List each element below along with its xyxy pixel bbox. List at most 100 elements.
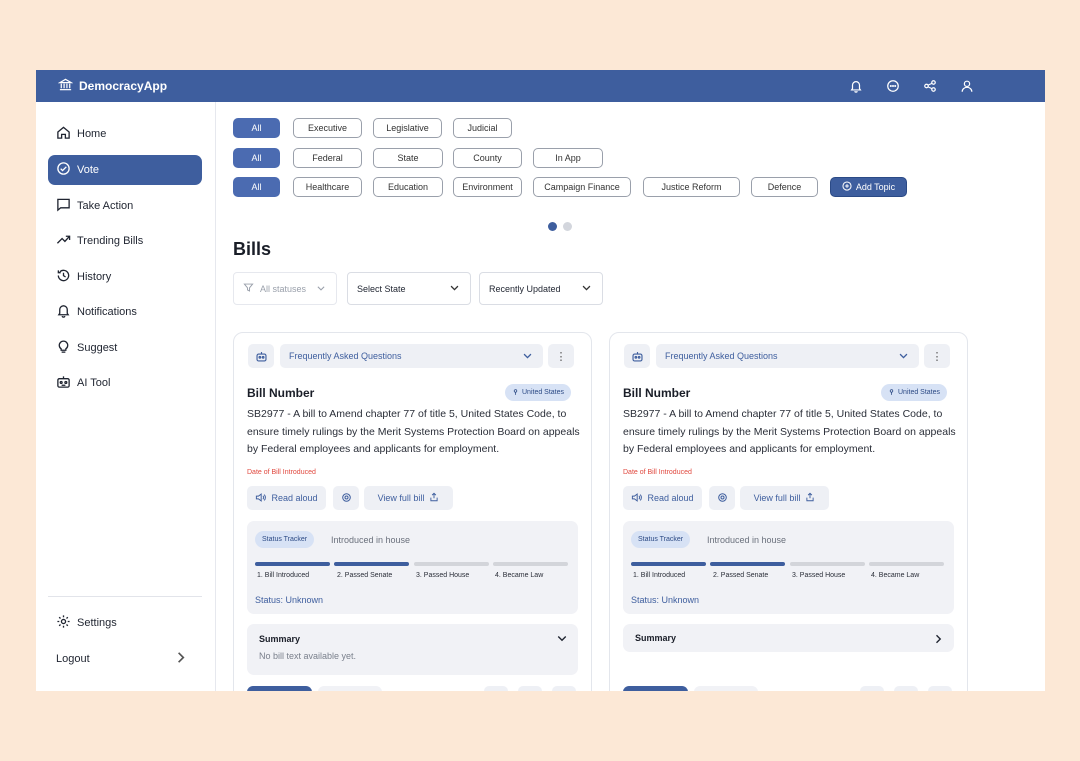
chevron-down-icon[interactable] (556, 631, 568, 649)
sidebar-item-suggest[interactable]: Suggest (48, 333, 202, 363)
faq-dropdown[interactable]: Frequently Asked Questions (280, 344, 543, 368)
sidebar-item-ai-tool[interactable]: AI Tool (48, 368, 202, 398)
action-icon-button[interactable] (484, 686, 508, 691)
bill-number-title: Bill Number (623, 386, 691, 400)
main-content: All Executive Legislative Judicial All F… (216, 102, 1045, 691)
sidebar-item-trending-bills[interactable]: Trending Bills (48, 226, 202, 256)
filter-topic-education[interactable]: Education (373, 177, 443, 197)
share-icon[interactable] (921, 78, 938, 95)
plus-circle-icon (842, 181, 852, 193)
sidebar-item-label: Trending Bills (77, 235, 144, 247)
summary-panel[interactable]: Summary (623, 624, 954, 652)
filter-level-all[interactable]: All (233, 148, 280, 168)
read-aloud-button[interactable]: Read aloud (623, 486, 702, 510)
history-icon (56, 268, 71, 286)
robot-icon (56, 374, 71, 392)
share-out-icon (805, 492, 815, 504)
app-name: DemocracyApp (79, 79, 168, 93)
secondary-action-button[interactable] (694, 686, 758, 691)
sidebar-item-label: Settings (77, 617, 117, 629)
filter-branch-all[interactable]: All (233, 118, 280, 138)
sidebar-item-logout[interactable]: Logout (48, 644, 202, 674)
filter-topic-campaign-finance[interactable]: Campaign Finance (533, 177, 631, 197)
more-vertical-icon[interactable]: ⋮ (924, 344, 950, 368)
sidebar-item-label: Take Action (77, 200, 134, 212)
settings-button[interactable] (333, 486, 359, 510)
filter-level-state[interactable]: State (373, 148, 443, 168)
user-icon[interactable] (958, 78, 975, 95)
progress-segment (414, 562, 489, 566)
sidebar-item-notifications[interactable]: Notifications (48, 297, 202, 327)
bill-description: SB2977 - A bill to Amend chapter 77 of t… (247, 408, 580, 455)
summary-title: Summary (259, 634, 301, 644)
progress-segment (790, 562, 865, 566)
sidebar-item-history[interactable]: History (48, 262, 202, 292)
gear-icon (717, 492, 728, 505)
filter-topic-environment[interactable]: Environment (453, 177, 522, 197)
summary-panel[interactable]: Summary No bill text available yet. (247, 624, 578, 675)
filter-topic-justice-reform[interactable]: Justice Reform (643, 177, 740, 197)
bill-description: SB2977 - A bill to Amend chapter 77 of t… (623, 408, 956, 455)
top-bar: DemocracyApp (36, 70, 1045, 102)
settings-button[interactable] (709, 486, 735, 510)
filter-branch-legislative[interactable]: Legislative (373, 118, 442, 138)
more-vertical-icon[interactable]: ⋮ (548, 344, 574, 368)
brand[interactable]: DemocracyApp (57, 77, 168, 95)
jurisdiction-label: United States (522, 389, 565, 396)
bell-icon[interactable] (847, 78, 864, 95)
primary-action-button[interactable] (623, 686, 688, 691)
view-full-bill-button[interactable]: View full bill (364, 486, 453, 510)
action-icon-button[interactable] (894, 686, 918, 691)
current-stage: Introduced in house (707, 535, 787, 545)
bill-date-label: Date of Bill Introduced (247, 469, 316, 476)
action-icon-button[interactable] (928, 686, 952, 691)
progress-segment (493, 562, 568, 566)
action-icon-button[interactable] (518, 686, 542, 691)
progress-segment (631, 562, 706, 566)
read-aloud-button[interactable]: Read aloud (247, 486, 326, 510)
action-icon-button[interactable] (860, 686, 884, 691)
action-icon-button[interactable] (552, 686, 576, 691)
step-label: 2. Passed Senate (713, 572, 769, 579)
filter-branch-judicial[interactable]: Judicial (453, 118, 512, 138)
sidebar-item-label: History (77, 271, 112, 283)
step-label: 4. Became Law (495, 572, 544, 579)
state-filter[interactable]: Select State (347, 272, 471, 305)
sort-filter[interactable]: Recently Updated (479, 272, 603, 305)
add-topic-button[interactable]: Add Topic (830, 177, 907, 197)
filter-topic-defence[interactable]: Defence (751, 177, 818, 197)
jurisdiction-badge: United States (505, 384, 572, 401)
bill-date-label: Date of Bill Introduced (623, 469, 692, 476)
filter-level-in-app[interactable]: In App (533, 148, 603, 168)
carousel-dot-active[interactable] (548, 222, 557, 231)
primary-action-button[interactable] (247, 686, 312, 691)
sidebar-item-take-action[interactable]: Take Action (48, 191, 202, 221)
status-filter[interactable]: All statuses (233, 272, 337, 305)
read-aloud-label: Read aloud (647, 493, 694, 503)
filter-level-county[interactable]: County (453, 148, 522, 168)
sidebar-item-vote[interactable]: Vote (48, 155, 202, 185)
filter-level-federal[interactable]: Federal (293, 148, 362, 168)
home-icon (56, 125, 71, 143)
view-full-bill-button[interactable]: View full bill (740, 486, 829, 510)
sidebar-item-settings[interactable]: Settings (48, 608, 202, 638)
filter-branch-executive[interactable]: Executive (293, 118, 362, 138)
chevron-down-icon (316, 283, 326, 295)
chevron-right-icon (173, 650, 188, 668)
step-label: 2. Passed Senate (337, 572, 393, 579)
jurisdiction-label: United States (898, 389, 941, 396)
chevron-right-icon[interactable] (932, 632, 944, 650)
chat-icon[interactable] (884, 78, 901, 95)
robot-icon[interactable] (248, 344, 274, 368)
faq-dropdown[interactable]: Frequently Asked Questions (656, 344, 919, 368)
filter-topic-healthcare[interactable]: Healthcare (293, 177, 362, 197)
robot-icon[interactable] (624, 344, 650, 368)
summary-text: No bill text available yet. (259, 651, 357, 661)
secondary-action-button[interactable] (318, 686, 382, 691)
filter-icon (243, 282, 254, 295)
sidebar-item-home[interactable]: Home (48, 119, 202, 149)
filter-topic-all[interactable]: All (233, 177, 280, 197)
carousel-dot[interactable] (563, 222, 572, 231)
chevron-down-icon (581, 282, 592, 295)
add-topic-label: Add Topic (855, 182, 896, 192)
